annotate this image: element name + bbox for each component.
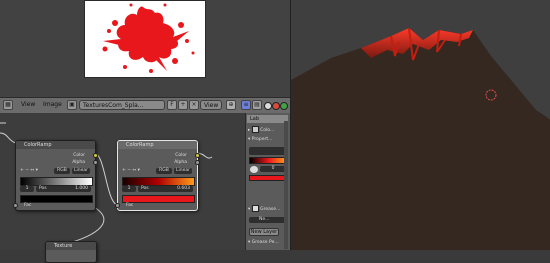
color-checkbox[interactable] (251, 126, 259, 133)
input-fac-label: Fac (126, 203, 134, 208)
mode-select[interactable]: RGB (156, 168, 172, 174)
grease-checkbox[interactable] (251, 205, 259, 212)
position-value: 1.000 (75, 186, 88, 191)
position-value: 0.603 (177, 186, 190, 191)
new-layer-button[interactable]: New Layer (249, 228, 279, 236)
menu-image[interactable]: Image (40, 100, 65, 110)
stop-index-field[interactable]: 1 (122, 186, 136, 192)
fac-input-socket[interactable] (115, 203, 120, 208)
properties-section-label: Propert... (251, 137, 273, 142)
interpolation-select[interactable]: Linear (174, 168, 192, 174)
rgb-dot-white-icon[interactable] (264, 102, 272, 110)
alpha-output-socket[interactable] (93, 160, 98, 165)
colorramp-node-right[interactable]: ColorRamp Color Alpha + − ↔ ▾ RGB Linear… (115, 140, 200, 211)
stop-color-swatch[interactable] (122, 195, 195, 203)
properties-scrollbar[interactable] (284, 121, 288, 249)
editor-type-icon[interactable]: ▦ (3, 100, 13, 110)
tab-lab[interactable]: Lab (247, 115, 288, 123)
output-color-label: Color (175, 153, 187, 158)
ramp-tools[interactable]: + − ↔ ▾ (20, 168, 38, 173)
draw-mode-icon[interactable]: ≡ (241, 100, 251, 110)
properties-swatch[interactable] (249, 175, 287, 181)
texture-node[interactable]: Texture (45, 241, 97, 263)
image-name-field[interactable]: TexturesCom_Spla... (79, 100, 165, 110)
mountain-render (291, 0, 550, 250)
ramp-tools[interactable]: + − ↔ ▾ (122, 168, 140, 173)
pivot-icon[interactable]: ⊕ (226, 100, 236, 110)
position-field[interactable]: Pos 0.603 (138, 186, 193, 192)
node-editor-header: ▦ View Image ▣ TexturesCom_Spla... F + ×… (0, 97, 290, 114)
rgb-dot-red-icon[interactable] (272, 102, 280, 110)
node-editor-canvas[interactable]: ColorRamp Color Alpha + − ↔ ▾ RGB Linear… (0, 113, 245, 263)
ramp-tool-row[interactable] (249, 147, 287, 155)
left-editor-area: ▦ View Image ▣ TexturesCom_Spla... F + ×… (0, 0, 290, 263)
alpha-output-socket[interactable] (195, 160, 200, 165)
new-data-field[interactable]: Ne... (249, 217, 287, 223)
grease-label: Grease... (260, 207, 281, 212)
grease-pencil-panel-header[interactable]: ▾ Grease Pe... (248, 240, 279, 245)
grease-pencil-header[interactable]: ▾ Grease... (248, 205, 280, 212)
position-label: Pos (141, 186, 149, 191)
color-ramp-gradient[interactable] (20, 177, 93, 186)
fake-user-icon[interactable]: F (167, 100, 177, 110)
color-output-socket[interactable] (93, 153, 98, 158)
properties-panel: Lab ▸ Colo... ▾ Propert... 0 ▾ Grease...… (245, 113, 290, 250)
stop-color-swatch[interactable] (20, 195, 93, 203)
stop-toggle-icon[interactable] (250, 166, 258, 173)
fac-input-socket[interactable] (13, 203, 18, 208)
red-splatter-graphic (102, 3, 195, 73)
output-alpha-label: Alpha (174, 160, 187, 165)
close-icon[interactable]: × (189, 100, 199, 110)
rgb-dot-green-icon[interactable] (280, 102, 288, 110)
color-panel-header[interactable]: ▸ Colo... (248, 126, 274, 133)
interpolation-select[interactable]: Linear (72, 168, 90, 174)
color-output-socket[interactable] (195, 153, 200, 158)
output-color-label: Color (73, 153, 85, 158)
node-title[interactable]: ColorRamp (16, 141, 95, 149)
image-browse-icon[interactable]: ▣ (67, 100, 77, 110)
image-viewer[interactable] (0, 0, 290, 97)
stop-index-field[interactable]: 1 (20, 186, 34, 192)
position-label: Pos (39, 186, 47, 191)
menu-view[interactable]: View (18, 100, 38, 110)
color-ramp-gradient[interactable] (122, 177, 195, 186)
node-title[interactable]: ColorRamp (118, 141, 197, 149)
view-mode-select[interactable]: View (200, 100, 222, 110)
properties-section-header[interactable]: ▾ Propert... (248, 137, 272, 142)
splatter-texture-image (84, 0, 206, 78)
position-field[interactable]: Pos 1.000 (36, 186, 91, 192)
input-fac-label: Fac (24, 203, 32, 208)
grease-pencil-panel-label: Grease Pe... (251, 240, 279, 245)
add-image-icon[interactable]: + (178, 100, 188, 110)
swatch-index-field[interactable]: 0 (260, 166, 286, 172)
color-panel-label: Colo... (260, 128, 275, 133)
mode-select[interactable]: RGB (54, 168, 70, 174)
node-title[interactable]: Texture (46, 242, 96, 250)
channels-icon[interactable]: ▤ (252, 100, 262, 110)
colorramp-node-left[interactable]: ColorRamp Color Alpha + − ↔ ▾ RGB Linear… (13, 140, 98, 211)
3d-viewport[interactable] (290, 0, 550, 250)
properties-gradient[interactable] (249, 157, 287, 164)
output-alpha-label: Alpha (72, 160, 85, 165)
